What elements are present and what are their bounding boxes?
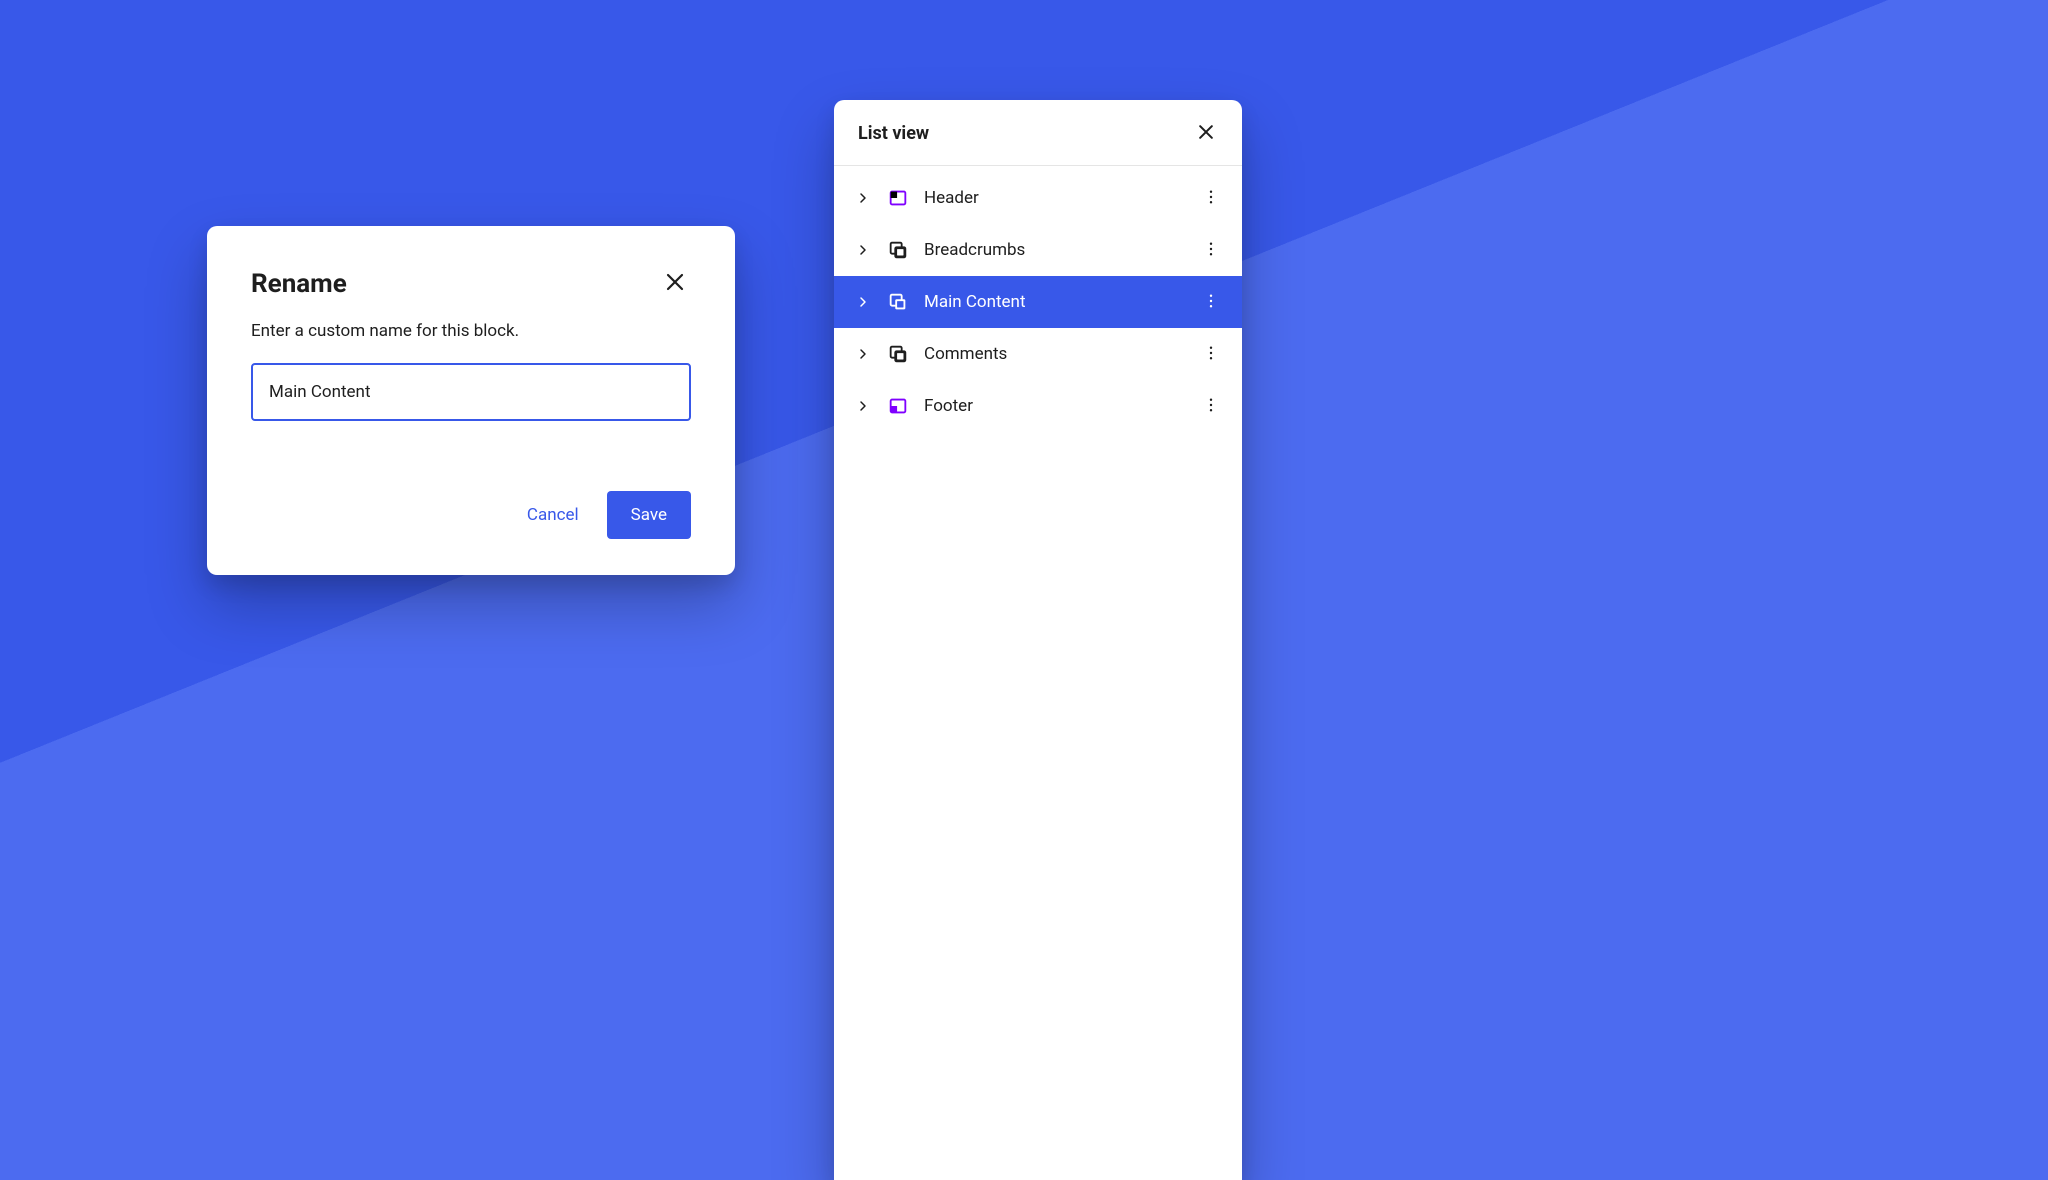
item-more-button[interactable] — [1198, 184, 1224, 213]
more-vertical-icon — [1202, 240, 1220, 261]
item-more-button[interactable] — [1198, 340, 1224, 369]
item-more-button[interactable] — [1198, 236, 1224, 265]
panel-title: List view — [858, 123, 929, 144]
item-more-button[interactable] — [1198, 288, 1224, 317]
list-item-label: Breadcrumbs — [924, 240, 1184, 260]
panel-header: List view — [834, 100, 1242, 166]
dialog-header: Rename — [251, 266, 691, 301]
section-header-icon — [886, 187, 910, 209]
list-item[interactable]: Header — [834, 172, 1242, 224]
list-item-label: Main Content — [924, 292, 1184, 312]
list-item[interactable]: Footer — [834, 380, 1242, 432]
panel-body: Header Breadcrumbs Main Content Comments Foo… — [834, 166, 1242, 432]
list-item-label: Comments — [924, 344, 1184, 364]
more-vertical-icon — [1202, 396, 1220, 417]
dialog-actions: Cancel Save — [251, 491, 691, 539]
list-item[interactable]: Comments — [834, 328, 1242, 380]
dialog-description: Enter a custom name for this block. — [251, 321, 691, 341]
group-icon — [886, 239, 910, 261]
cancel-button[interactable]: Cancel — [527, 505, 579, 525]
chevron-right-icon — [854, 190, 872, 206]
list-view-panel: List view Header Breadcrumbs Main Content C… — [834, 100, 1242, 1180]
rename-dialog: Rename Enter a custom name for this bloc… — [207, 226, 735, 575]
list-item-label: Header — [924, 188, 1184, 208]
more-vertical-icon — [1202, 344, 1220, 365]
list-item[interactable]: Breadcrumbs — [834, 224, 1242, 276]
block-name-input[interactable] — [251, 363, 691, 421]
more-vertical-icon — [1202, 292, 1220, 313]
dialog-close-button[interactable] — [659, 266, 691, 301]
chevron-right-icon — [854, 398, 872, 414]
group-icon — [886, 291, 910, 313]
chevron-right-icon — [854, 294, 872, 310]
list-item[interactable]: Main Content — [834, 276, 1242, 328]
panel-close-button[interactable] — [1194, 120, 1218, 147]
close-icon — [1196, 122, 1216, 145]
list-item-label: Footer — [924, 396, 1184, 416]
item-more-button[interactable] — [1198, 392, 1224, 421]
save-button[interactable]: Save — [607, 491, 691, 539]
chevron-right-icon — [854, 346, 872, 362]
more-vertical-icon — [1202, 188, 1220, 209]
group-icon — [886, 343, 910, 365]
chevron-right-icon — [854, 242, 872, 258]
section-footer-icon — [886, 395, 910, 417]
dialog-title: Rename — [251, 269, 347, 299]
close-icon — [663, 270, 687, 297]
